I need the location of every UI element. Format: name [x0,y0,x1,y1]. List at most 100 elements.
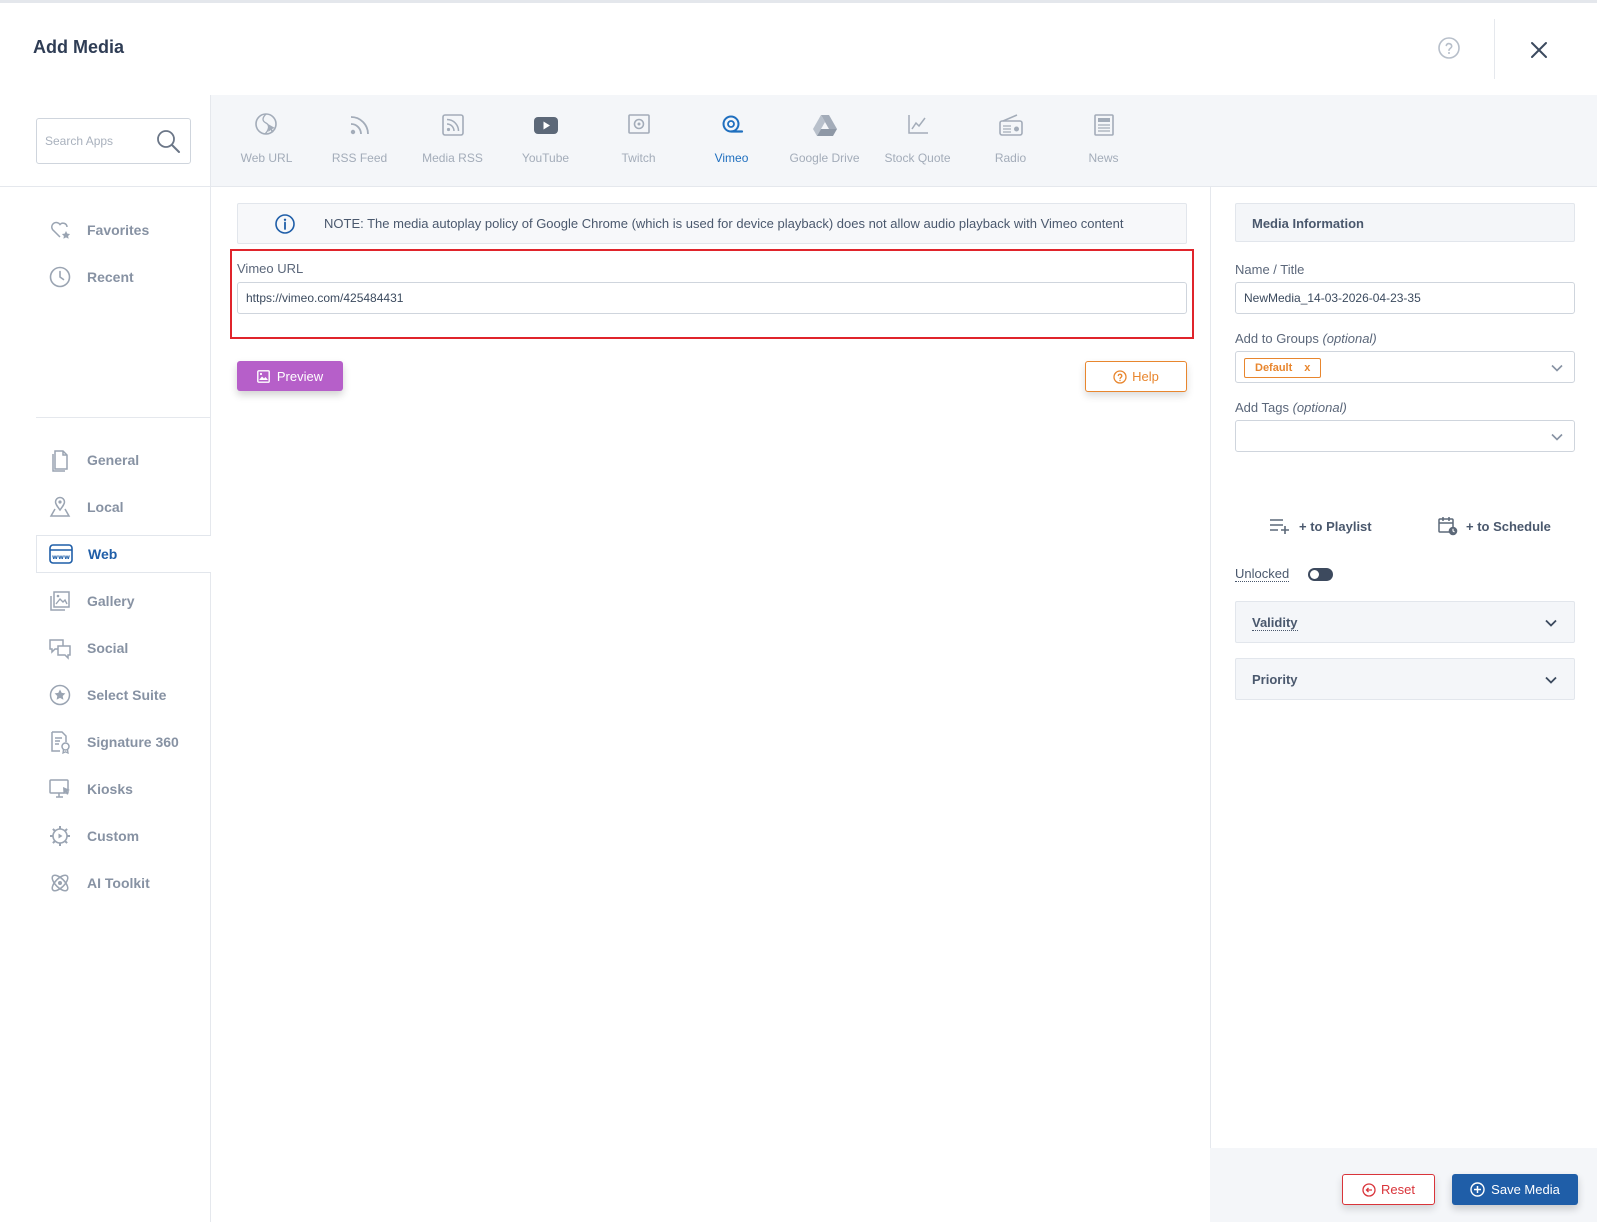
vimeo-url-input[interactable] [237,282,1187,314]
line-chart-icon [908,115,928,134]
sidebar-item-signature-360[interactable]: Signature 360 [36,723,211,761]
main-content: NOTE: The media autoplay policy of Googl… [211,187,1210,1222]
add-to-schedule-label: + to Schedule [1466,518,1551,534]
validity-label: Validity [1252,615,1298,631]
sidebar-item-general[interactable]: General [36,441,211,479]
sidebar-item-ai-toolkit[interactable]: AI Toolkit [36,864,211,902]
sidebar-item-label: General [87,452,140,468]
sidebar-item-label: AI Toolkit [87,875,150,891]
google-drive-icon [813,115,837,136]
tags-select[interactable] [1235,420,1575,452]
sidebar-item-label: Gallery [87,593,135,609]
svg-text:www: www [52,553,70,561]
tab-web-url[interactable]: Web URL [219,95,314,187]
tab-label: Web URL [240,151,293,165]
tab-media-rss[interactable]: Media RSS [405,95,500,187]
vimeo-icon [722,115,744,133]
priority-label: Priority [1252,672,1298,687]
sidebar-item-select-suite[interactable]: Select Suite [36,676,211,714]
clock-icon [47,264,73,290]
add-to-playlist-button[interactable]: + to Playlist [1269,515,1372,537]
reset-button-label: Reset [1381,1182,1415,1197]
add-to-schedule-button[interactable]: + to Schedule [1438,515,1551,537]
header-divider [1494,19,1495,79]
info-icon [275,213,295,234]
dialog-footer: Reset Save Media [1210,1148,1597,1222]
tab-vimeo[interactable]: Vimeo [684,95,779,187]
tab-stock-quote[interactable]: Stock Quote [870,95,965,187]
dialog-header: Add Media [0,3,1597,95]
tab-rss-feed[interactable]: RSS Feed [312,95,407,187]
left-header-divider [0,186,211,187]
toggle-knob [1310,569,1320,579]
atom-icon [47,870,73,896]
youtube-icon [534,117,558,134]
reset-circle-icon [1362,1182,1376,1197]
tags-optional-text: (optional) [1292,400,1347,415]
dialog-title: Add Media [33,37,125,57]
name-title-input[interactable] [1235,282,1575,314]
tab-news[interactable]: News [1056,95,1151,187]
save-media-button[interactable]: Save Media [1452,1174,1578,1205]
sidebar-item-label: Kiosks [87,781,133,797]
vimeo-url-label: Vimeo URL [237,261,304,276]
sidebar-item-local[interactable]: Local [36,488,211,526]
tab-twitch[interactable]: Twitch [591,95,686,187]
chevron-down-icon [1545,619,1557,627]
app-tab-bar: Web URL RSS Feed Media RSS YouTube Twitc… [211,95,1597,187]
rss-icon [350,116,369,135]
left-sidebar: Favorites Recent General Local www Web G… [0,95,211,1222]
sidebar-item-label: Custom [87,828,140,844]
sidebar-item-kiosks[interactable]: Kiosks [36,770,211,808]
sidebar-item-label: Select Suite [87,687,167,703]
sidebar-item-label: Signature 360 [87,734,179,750]
search-input[interactable] [45,131,145,151]
sidebar-item-custom[interactable]: Custom [36,817,211,855]
tags-label-text: Add Tags [1235,400,1289,415]
tab-google-drive[interactable]: Google Drive [777,95,872,187]
autoplay-note: NOTE: The media autoplay policy of Googl… [237,203,1187,244]
sidebar-item-gallery[interactable]: Gallery [36,582,211,620]
tab-label: Media RSS [422,151,483,165]
chevron-down-icon [1545,676,1557,684]
group-chip: Default x [1244,358,1322,378]
tab-label: Twitch [621,151,656,165]
plus-circle-icon [1470,1182,1485,1197]
chip-remove-icon[interactable]: x [1304,362,1310,374]
chat-bubbles-icon [47,635,73,661]
preview-button[interactable]: Preview [237,361,343,391]
map-pin-icon [47,494,73,520]
tab-youtube[interactable]: YouTube [498,95,593,187]
save-media-label: Save Media [1491,1182,1560,1197]
sidebar-item-recent[interactable]: Recent [36,258,211,296]
signature-doc-icon [47,729,73,755]
tags-label: Add Tags (optional) [1235,400,1347,415]
search-box[interactable] [36,118,191,164]
groups-select[interactable]: Default x [1235,351,1575,383]
validity-accordion[interactable]: Validity [1235,601,1575,643]
playlist-add-icon [1270,519,1289,534]
globe-cursor-icon [255,113,277,135]
sidebar-item-social[interactable]: Social [36,629,211,667]
media-rss-icon [442,114,464,136]
lock-label: Unlocked [1235,566,1290,582]
help-circle-icon[interactable] [1437,36,1461,60]
sidebar-item-favorites[interactable]: Favorites [36,211,211,249]
sidebar-item-label: Social [87,640,129,656]
name-title-label-text: Name / Title [1235,262,1305,277]
help-button[interactable]: Help [1085,361,1187,392]
note-text: NOTE: The media autoplay policy of Googl… [324,216,1124,231]
tab-radio[interactable]: Radio [963,95,1058,187]
close-icon[interactable] [1528,39,1550,61]
radio-icon [999,114,1023,136]
media-info-panel: Media Information Name / Title Add to Gr… [1210,187,1597,1222]
sidebar-item-web[interactable]: www Web [36,535,211,573]
tab-label: Radio [994,151,1027,165]
lock-toggle[interactable] [1308,567,1334,581]
chevron-down-icon [1551,364,1563,372]
www-icon: www [48,541,74,567]
reset-button[interactable]: Reset [1342,1174,1435,1205]
priority-accordion[interactable]: Priority [1235,658,1575,700]
document-icon [47,447,73,473]
search-icon[interactable] [155,128,181,154]
